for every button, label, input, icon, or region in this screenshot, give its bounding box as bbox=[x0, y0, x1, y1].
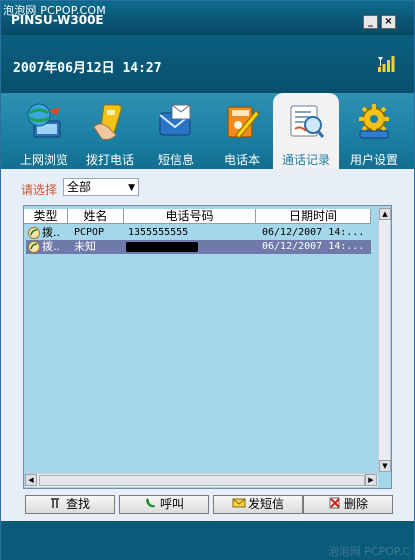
action-bar: 查找 呼叫 发短信 删除 bbox=[1, 489, 414, 521]
call-log-list[interactable]: 类型 姓名 电话号码 日期时间 拨.. PCPOP 1355555555 06/… bbox=[23, 205, 392, 489]
column-header-datetime[interactable]: 日期时间 bbox=[256, 209, 371, 224]
nav-label-dial: 拨打电话 bbox=[85, 153, 134, 167]
footer-bar: 泡泡网 PCPOP.C bbox=[1, 521, 414, 560]
cell-datetime: 06/12/2007 14:... bbox=[262, 227, 365, 238]
vertical-scrollbar[interactable]: ▲ ▼ bbox=[378, 208, 391, 472]
list-header: 类型 姓名 电话号码 日期时间 bbox=[24, 209, 371, 224]
cell-phone: 1355555555 bbox=[128, 227, 189, 238]
cell-type: 拨.. bbox=[42, 240, 60, 253]
search-tool-icon bbox=[50, 498, 59, 508]
table-row[interactable]: 拨.. PCPOP 1355555555 06/12/2007 14:... bbox=[26, 226, 371, 240]
redacted-phone bbox=[126, 242, 198, 252]
find-button-label: 查找 bbox=[65, 497, 90, 511]
send-sms-button-label: 发短信 bbox=[247, 497, 284, 511]
table-row-selected[interactable]: 拨.. 未知 06/12/2007 14:... bbox=[26, 240, 371, 254]
settings-gear-icon bbox=[359, 104, 389, 139]
contacts-book-icon bbox=[227, 106, 260, 139]
datetime-display: 2007年06月12日 14:27 bbox=[13, 61, 162, 76]
scroll-down-icon[interactable]: ▼ bbox=[379, 460, 391, 472]
filter-select-value: 全部 bbox=[67, 180, 92, 194]
outgoing-call-icon bbox=[28, 241, 40, 253]
horizontal-scrollbar[interactable]: ◀ ▶ bbox=[25, 473, 378, 487]
main-nav: 上网浏览 拨打电话 短信息 电话本 通话记录 用户设置 bbox=[1, 93, 414, 169]
delete-icon bbox=[329, 497, 340, 509]
title-bar[interactable]: 泡泡网 PCPOP.COM PINSU-W300E _ × bbox=[1, 1, 414, 35]
delete-button-label: 删除 bbox=[343, 497, 368, 511]
close-button[interactable]: × bbox=[381, 15, 396, 29]
cell-type: 拨.. bbox=[42, 226, 60, 239]
cell-datetime: 06/12/2007 14:... bbox=[262, 241, 365, 252]
nav-label-sms: 短信息 bbox=[157, 153, 194, 167]
envelope-icon bbox=[159, 104, 191, 136]
call-log-icon bbox=[290, 105, 325, 138]
scroll-right-icon[interactable]: ▶ bbox=[365, 474, 377, 486]
status-header: 2007年06月12日 14:27 bbox=[1, 35, 414, 93]
nav-label-settings: 用户设置 bbox=[349, 153, 398, 167]
horizontal-scroll-thumb[interactable] bbox=[39, 475, 365, 486]
filter-label: 请选择 bbox=[21, 183, 58, 197]
call-log-panel: 请选择 全部 ▼ 类型 姓名 电话号码 日期时间 拨.. PCPOP 13555… bbox=[1, 169, 414, 517]
app-window: 泡泡网 PCPOP.COM PINSU-W300E _ × 2007年06月12… bbox=[0, 0, 415, 560]
call-button-label: 呼叫 bbox=[159, 497, 184, 511]
chevron-down-icon: ▼ bbox=[128, 183, 135, 193]
nav-item-settings[interactable]: 用户设置 bbox=[341, 93, 407, 169]
outgoing-call-icon bbox=[28, 227, 40, 239]
cell-name: PCPOP bbox=[74, 227, 105, 238]
delete-button[interactable]: 删除 bbox=[303, 495, 393, 514]
app-title: PINSU-W300E bbox=[11, 13, 104, 27]
phone-icon bbox=[146, 498, 155, 508]
scroll-left-icon[interactable]: ◀ bbox=[25, 474, 37, 486]
minimize-button[interactable]: _ bbox=[363, 15, 378, 29]
nav-label-contacts: 电话本 bbox=[223, 153, 260, 167]
scroll-up-icon[interactable]: ▲ bbox=[379, 208, 391, 220]
nav-label-browse: 上网浏览 bbox=[19, 153, 68, 167]
nav-item-contacts[interactable]: 电话本 bbox=[209, 93, 275, 169]
nav-item-browse[interactable]: 上网浏览 bbox=[11, 93, 77, 169]
call-button[interactable]: 呼叫 bbox=[119, 495, 209, 514]
signal-strength-icon bbox=[378, 56, 395, 72]
send-sms-button[interactable]: 发短信 bbox=[213, 495, 303, 514]
filter-select[interactable]: 全部 ▼ bbox=[63, 178, 139, 196]
nav-item-sms[interactable]: 短信息 bbox=[143, 93, 209, 169]
nav-label-call-log: 通话记录 bbox=[281, 153, 330, 167]
find-button[interactable]: 查找 bbox=[25, 495, 115, 514]
nav-item-dial[interactable]: 拨打电话 bbox=[77, 93, 143, 169]
nav-item-call-log[interactable]: 通话记录 bbox=[273, 93, 339, 169]
column-header-phone[interactable]: 电话号码 bbox=[124, 209, 256, 224]
phone-hand-icon bbox=[93, 104, 122, 140]
column-header-name[interactable]: 姓名 bbox=[68, 209, 124, 224]
column-header-type[interactable]: 类型 bbox=[24, 209, 68, 224]
globe-computer-icon bbox=[27, 103, 61, 138]
watermark-bottom: 泡泡网 PCPOP.C bbox=[327, 545, 410, 558]
envelope-icon bbox=[232, 498, 246, 508]
cell-name: 未知 bbox=[74, 240, 96, 253]
